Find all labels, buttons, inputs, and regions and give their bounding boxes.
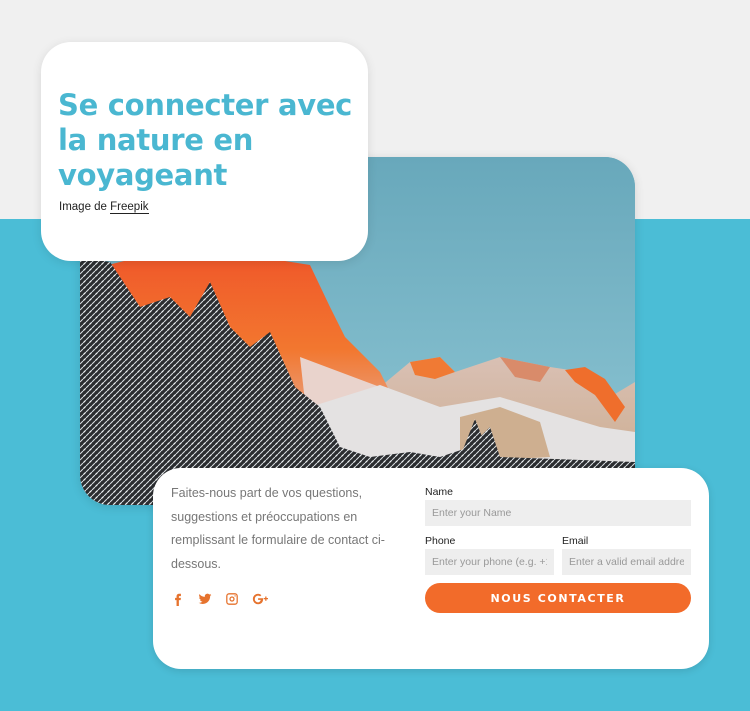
freepik-link[interactable]: Freepik xyxy=(110,201,149,214)
email-label: Email xyxy=(562,535,589,547)
contact-submit-button[interactable]: NOUS CONTACTER xyxy=(425,583,691,613)
page-title: Se connecter avec la nature en voyageant xyxy=(58,88,353,192)
contact-card: Faites-nous part de vos questions, sugge… xyxy=(153,468,709,669)
google-plus-link[interactable] xyxy=(252,592,270,606)
twitter-link[interactable] xyxy=(198,592,212,606)
name-label: Name xyxy=(425,486,454,498)
image-credit: Image de Freepik xyxy=(59,201,149,214)
google-plus-icon xyxy=(252,593,268,605)
instagram-icon xyxy=(226,593,238,605)
title-card: Se connecter avec la nature en voyageant… xyxy=(41,42,368,261)
name-input[interactable] xyxy=(425,500,691,526)
phone-input[interactable] xyxy=(425,549,554,575)
social-links xyxy=(171,592,270,606)
credit-prefix: Image de xyxy=(59,201,111,213)
contact-intro-text: Faites-nous part de vos questions, sugge… xyxy=(171,486,385,571)
facebook-icon xyxy=(175,593,181,606)
instagram-link[interactable] xyxy=(225,592,239,606)
email-input[interactable] xyxy=(562,549,691,575)
phone-label: Phone xyxy=(425,535,456,547)
facebook-link[interactable] xyxy=(171,592,185,606)
twitter-icon xyxy=(198,593,212,604)
